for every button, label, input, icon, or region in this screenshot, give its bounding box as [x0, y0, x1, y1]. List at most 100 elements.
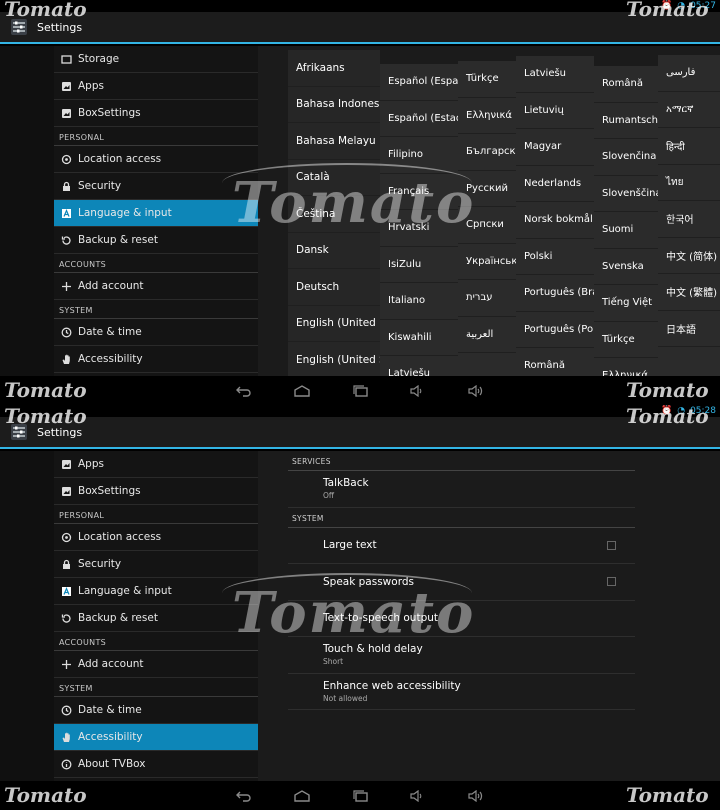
sidebar-item-location-access[interactable]: Location access	[54, 146, 258, 173]
home-icon[interactable]	[288, 381, 316, 401]
language-option[interactable]: Español (Estados Unidos)	[380, 101, 458, 137]
language-option[interactable]: Bahasa Indonesia	[288, 87, 380, 123]
checkbox[interactable]	[607, 540, 616, 550]
volume-up-icon[interactable]	[462, 786, 490, 806]
language-option[interactable]: Nederlands	[516, 166, 594, 202]
language-option[interactable]: Rumantsch	[594, 103, 658, 139]
back-icon[interactable]	[230, 786, 258, 806]
language-option[interactable]: 中文 (简体)	[658, 238, 720, 274]
language-column[interactable]: TürkçeΕλληνικάБългарскиРусскийСрпскиУкра…	[458, 61, 516, 376]
language-option[interactable]: Català	[288, 160, 380, 196]
setting-touch-hold-delay[interactable]: Touch & hold delay Short	[288, 637, 635, 674]
language-option[interactable]: Kiswahili	[380, 320, 458, 356]
language-option[interactable]: Tiếng Việt	[594, 285, 658, 322]
language-option[interactable]: Bahasa Melayu	[288, 123, 380, 160]
setting-speak-passwords[interactable]: Speak passwords	[288, 564, 635, 601]
language-option[interactable]: Norsk bokmål	[516, 202, 594, 239]
language-option[interactable]: Latviešu	[380, 356, 458, 376]
language-option[interactable]: Български	[458, 134, 516, 171]
language-option[interactable]: العربية	[458, 317, 516, 353]
home-icon[interactable]	[288, 786, 316, 806]
language-option[interactable]: English (United States)	[288, 342, 380, 376]
language-option[interactable]: ไทย	[658, 165, 720, 201]
language-option[interactable]: Українська	[458, 244, 516, 280]
language-option[interactable]: Slovenščina	[594, 176, 658, 212]
sidebar-item-security[interactable]: Security	[54, 551, 258, 578]
volume-up-icon[interactable]	[462, 381, 490, 401]
language-option[interactable]: Afrikaans	[288, 50, 380, 87]
setting-large-text[interactable]: Large text	[288, 528, 635, 564]
language-option[interactable]: Magyar	[516, 129, 594, 166]
sidebar-item-language-input[interactable]: Language & input	[54, 200, 258, 227]
setting-enhance-web-accessibility[interactable]: Enhance web accessibility Not allowed	[288, 674, 635, 710]
sidebar-item-apps[interactable]: Apps	[54, 73, 258, 100]
sidebar-item-boxsettings[interactable]: BoxSettings	[54, 478, 258, 505]
language-option[interactable]: Dansk	[288, 233, 380, 269]
language-option[interactable]: አማርኛ	[658, 92, 720, 128]
volume-down-icon[interactable]	[404, 786, 432, 806]
language-option[interactable]: Српски	[458, 207, 516, 244]
language-option[interactable]: Filipino	[380, 137, 458, 174]
sidebar-item-date-time[interactable]: Date & time	[54, 697, 258, 724]
sidebar-item-about-tvbox[interactable]: About TVBox	[54, 751, 258, 778]
language-option[interactable]: Latviešu	[516, 56, 594, 93]
language-option[interactable]: עברית	[458, 280, 516, 317]
language-option[interactable]: Română	[516, 348, 594, 376]
sidebar-item-language-input[interactable]: Language & input	[54, 578, 258, 605]
language-option[interactable]: 日本語	[658, 311, 720, 347]
language-option[interactable]: Polski	[516, 239, 594, 275]
sidebar-item-security[interactable]: Security	[54, 173, 258, 200]
language-option[interactable]: English (United Kingdom)	[288, 306, 380, 342]
sidebar-item-accessibility[interactable]: Accessibility	[54, 346, 258, 373]
sidebar-item-location-access[interactable]: Location access	[54, 524, 258, 551]
language-option[interactable]: Italiano	[380, 283, 458, 320]
setting-talkback[interactable]: TalkBack Off	[288, 471, 635, 508]
language-option[interactable]: Español (España)	[380, 64, 458, 101]
language-column[interactable]: Español (España)Español (Estados Unidos)…	[380, 64, 458, 376]
sidebar-item-date-time[interactable]: Date & time	[54, 319, 258, 346]
recent-apps-icon[interactable]	[346, 381, 374, 401]
language-option[interactable]: Hrvatski	[380, 210, 458, 247]
recent-apps-icon[interactable]	[346, 786, 374, 806]
sidebar-item-label: Storage	[78, 53, 120, 65]
language-option[interactable]: Svenska	[594, 249, 658, 285]
language-column[interactable]: Afrikaans Bahasa Indonesia Bahasa Melayu Ca…	[288, 50, 380, 376]
sidebar-item-storage[interactable]: Storage	[54, 46, 258, 73]
language-option[interactable]: हिन्दी	[658, 128, 720, 165]
language-option[interactable]: Português (Portugal)	[516, 312, 594, 348]
language-option[interactable]: Français	[380, 174, 458, 210]
language-option[interactable]: Lietuvių	[516, 93, 594, 129]
sidebar-item-backup-reset[interactable]: Backup & reset	[54, 227, 258, 254]
sidebar-item-add-account[interactable]: Add account	[54, 273, 258, 300]
language-option[interactable]: فارسی	[658, 55, 720, 92]
language-option[interactable]: Türkçe	[594, 322, 658, 358]
language-column[interactable]: Latviešu Lietuvių Magyar Nederlands Norsk bo…	[516, 56, 594, 376]
language-option[interactable]: 中文 (繁體)	[658, 274, 720, 311]
language-option[interactable]: Čeština	[288, 196, 380, 233]
language-option[interactable]: Ελληνικά	[458, 98, 516, 134]
language-option[interactable]: 한국어	[658, 201, 720, 238]
checkbox[interactable]	[607, 577, 616, 586]
language-option[interactable]: Suomi	[594, 212, 658, 249]
sidebar-item-apps[interactable]: Apps	[54, 451, 258, 478]
volume-down-icon[interactable]	[404, 381, 432, 401]
language-column[interactable]: فارسی አማርኛ हिन्दी ไทย 한국어 中文 (简体) 中文 (繁體) 日本語	[658, 55, 720, 376]
language-option[interactable]: Deutsch	[288, 269, 380, 306]
language-option[interactable]: Slovenčina	[594, 139, 658, 176]
language-option[interactable]: IsiZulu	[380, 247, 458, 283]
sidebar-item-boxsettings[interactable]: BoxSettings	[54, 100, 258, 127]
language-column[interactable]: Română Rumantsch Slovenčina Slovenščina Suom…	[594, 66, 658, 376]
settings-app-icon[interactable]	[9, 17, 29, 37]
setting-text-to-speech-output[interactable]: Text-to-speech output	[288, 601, 635, 637]
back-icon[interactable]	[230, 381, 258, 401]
sidebar-item-backup-reset[interactable]: Backup & reset	[54, 605, 258, 632]
settings-app-icon[interactable]	[9, 422, 29, 442]
location-icon	[61, 532, 72, 543]
language-option[interactable]: Ελληνικά	[594, 358, 658, 376]
language-option[interactable]: Română	[594, 66, 658, 103]
language-option[interactable]: Русский	[458, 171, 516, 207]
sidebar-item-add-account[interactable]: Add account	[54, 651, 258, 678]
language-option[interactable]: Português (Brasil)	[516, 275, 594, 312]
sidebar-item-accessibility[interactable]: Accessibility	[54, 724, 258, 751]
language-option[interactable]: Türkçe	[458, 61, 516, 98]
